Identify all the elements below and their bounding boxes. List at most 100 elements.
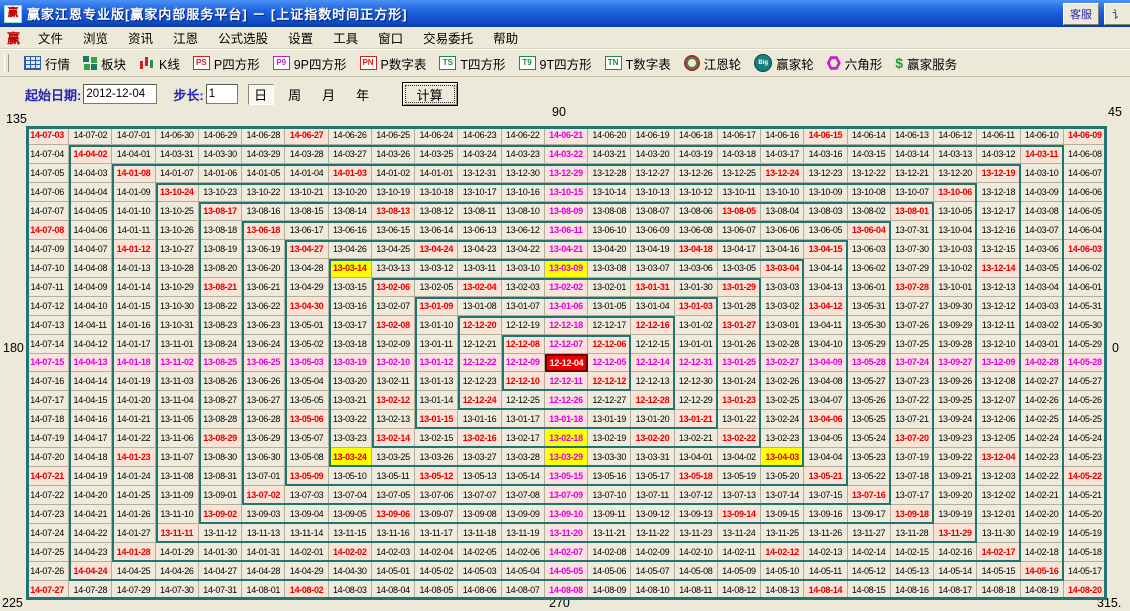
grid-cell: 13-01-04 [631,297,674,316]
toolbar-item-P四方形[interactable]: PSP四方形 [193,54,260,73]
grid-cell: 13-12-09 [977,354,1020,373]
toolbar-item-P数字表[interactable]: PNP数字表 [360,54,427,73]
grid-cell: 13-06-19 [242,240,285,259]
menu-item-2[interactable]: 资讯 [118,26,163,49]
menu-item-4[interactable]: 公式选股 [208,26,278,49]
grid-cell: 13-06-07 [718,221,761,240]
grid-cell: 13-12-12 [977,297,1020,316]
grid-cell: 14-05-11 [804,562,847,581]
grid-cell: 13-03-16 [329,297,372,316]
grid-cell: 14-03-08 [1021,202,1064,221]
customer-service-button[interactable]: 客服 [1063,3,1099,25]
grid-cell: 13-02-17 [502,429,545,448]
toolbar-item-label: 赢家轮 [776,54,814,73]
menu-item-6[interactable]: 工具 [323,26,368,49]
toolbar-item-K线[interactable]: K线 [139,54,180,73]
grid-cell: 13-11-27 [848,524,891,543]
grid-cell: 13-10-25 [156,202,199,221]
grid-cell: 13-02-02 [545,278,588,297]
grid-cell: 14-02-08 [588,543,631,562]
grid-cell: 14-05-30 [1064,316,1107,335]
start-date-label: 起始日期: [25,85,81,104]
grid-cell: 13-11-23 [675,524,718,543]
grid-cell: 14-06-16 [761,126,804,145]
start-date-input[interactable] [83,84,157,104]
toolbar-item-行情[interactable]: 行情 [24,54,70,73]
forum-button-clipped[interactable]: 讠 [1104,3,1130,25]
grid-cell: 14-07-17 [26,391,69,410]
menu-item-8[interactable]: 交易委托 [413,26,483,49]
grid-cell: 13-01-17 [502,410,545,429]
grid-cell: 14-06-01 [1064,278,1107,297]
grid-cell: 14-01-13 [112,259,155,278]
grid-cell: 14-01-31 [242,543,285,562]
toolbar-item-六角形[interactable]: 六角形 [827,54,883,73]
grid-cell: 12-12-09 [502,354,545,373]
menu-item-9[interactable]: 帮助 [483,26,528,49]
grid-cell: 13-06-03 [848,240,891,259]
grid-cell: 13-01-22 [718,410,761,429]
grid-cell: 14-06-02 [1064,259,1107,278]
menu-item-0[interactable]: 文件 [28,26,73,49]
grid-cell: 14-05-12 [848,562,891,581]
grid-cell: 12-12-31 [675,354,718,373]
toolbar-item-江恩轮[interactable]: 江恩轮 [684,54,742,73]
grid-cell: 12-12-17 [588,316,631,335]
menu-item-5[interactable]: 设置 [278,26,323,49]
step-input[interactable] [206,84,238,104]
grid-cell: 14-01-23 [112,448,155,467]
grid-cell: 14-04-16 [69,410,112,429]
grid-cell: 13-08-12 [415,202,458,221]
grid-cell: 13-04-14 [804,259,847,278]
period-option-周[interactable]: 周 [282,84,308,105]
calculate-button[interactable]: 计算 [402,82,458,106]
nine-p-square-icon: P9 [273,56,290,70]
grid-cell: 14-08-18 [977,581,1020,600]
grid-cell: 13-09-27 [934,354,977,373]
grid-cell: 13-06-24 [242,335,285,354]
grid-cell: 13-09-15 [761,505,804,524]
period-option-年[interactable]: 年 [350,84,376,105]
grid-cell: 13-10-13 [631,183,674,202]
grid-cell: 14-02-15 [891,543,934,562]
grid-cell: 13-05-19 [718,467,761,486]
grid-cell: 13-06-09 [631,221,674,240]
grid-cell: 13-02-28 [761,335,804,354]
grid-cell: 13-06-13 [458,221,501,240]
grid-cell: 12-12-26 [545,391,588,410]
toolbar-item-板块[interactable]: 板块 [83,54,126,73]
grid-cell: 13-04-11 [804,316,847,335]
toolbar-item-赢家服务[interactable]: $赢家服务 [895,54,957,73]
toolbar-item-9P四方形[interactable]: P99P四方形 [273,54,347,73]
toolbar-item-T数字表[interactable]: TNT数字表 [605,54,671,73]
grid-cell: 13-04-27 [285,240,328,259]
toolbar-item-T四方形[interactable]: TST四方形 [439,54,505,73]
grid-cell: 14-06-28 [242,126,285,145]
grid-cell: 13-04-12 [804,297,847,316]
period-option-月[interactable]: 月 [316,84,342,105]
grid-cell: 14-03-07 [1021,221,1064,240]
grid-cell: 13-08-20 [199,259,242,278]
grid-cell: 13-03-19 [329,354,372,373]
grid-cell: 13-10-26 [156,221,199,240]
grid-cell: 13-05-10 [329,467,372,486]
period-option-日[interactable]: 日 [248,84,274,105]
menu-item-1[interactable]: 浏览 [73,26,118,49]
toolbar-item-赢家轮[interactable]: Big赢家轮 [754,54,814,73]
toolbar-item-9T四方形[interactable]: T99T四方形 [519,54,592,73]
grid-cell: 13-08-18 [199,221,242,240]
menu-item-7[interactable]: 窗口 [368,26,413,49]
grid-cell: 14-01-12 [112,240,155,259]
menu-item-3[interactable]: 江恩 [163,26,208,49]
grid-cell: 13-11-11 [156,524,199,543]
grid-cell: 14-04-21 [69,505,112,524]
grid-cell: 13-11-13 [242,524,285,543]
grid-cell: 13-05-06 [285,410,328,429]
grid-cell: 13-02-05 [415,278,458,297]
grid-cell: 13-03-04 [761,259,804,278]
grid-cell: 14-06-22 [502,126,545,145]
grid-cell: 13-05-02 [285,335,328,354]
grid-cell: 12-12-29 [675,391,718,410]
toolbar-item-label: 六角形 [845,54,883,73]
menu-bar: 赢 文件浏览资讯江恩公式选股设置工具窗口交易委托帮助 [0,27,1130,49]
